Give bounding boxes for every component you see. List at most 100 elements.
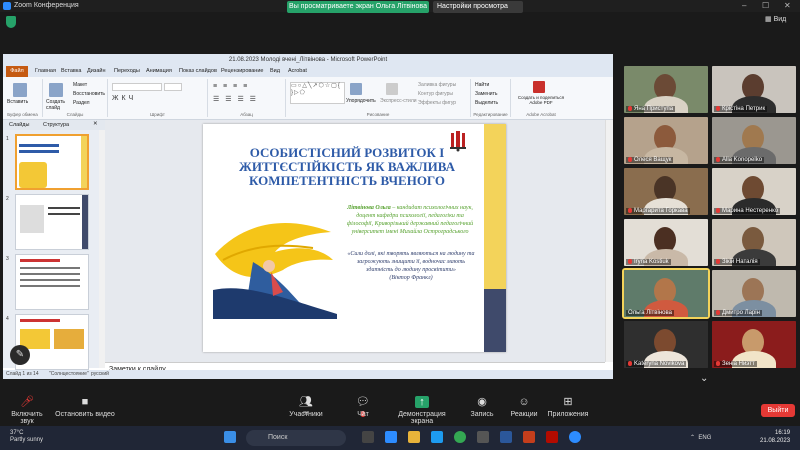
tab-review[interactable]: Рецензирование (221, 68, 263, 74)
chrome-taskbar-icon[interactable] (454, 431, 466, 443)
tab-design[interactable]: Дизайн (87, 68, 106, 74)
participant-tile[interactable]: Яна Приступа (624, 66, 708, 113)
ppt-status-bar: Слайд 1 из 14 "Солнцестояние" русский (3, 370, 613, 379)
current-slide[interactable]: ОСОБИСТІСНИЙ РОЗВИТОК І ЖИТТЄСТІЙКІСТЬ Я… (203, 124, 506, 352)
system-tray[interactable]: ⌃ ENG (690, 434, 711, 441)
new-slide-icon[interactable] (49, 83, 63, 97)
weather-widget[interactable]: 37°C Partly sunny (10, 430, 43, 444)
ribbon-group-clipboard: Вставить Буфер обмена (3, 79, 43, 117)
pdf-icon[interactable] (533, 81, 545, 93)
replace-button[interactable]: Заменить (475, 91, 497, 97)
zoom-taskbar-icon[interactable] (385, 431, 397, 443)
view-button[interactable]: ▦ Вид (765, 15, 786, 23)
muted-mic-icon (716, 360, 720, 366)
quick-styles-button[interactable]: Экспресс-стили (380, 98, 417, 104)
edge-taskbar-icon[interactable] (431, 431, 443, 443)
font-size-select[interactable] (164, 83, 182, 91)
slide-thumbnail-2[interactable] (15, 194, 89, 250)
find-button[interactable]: Найти (475, 82, 489, 88)
zoom-logo-icon (3, 2, 11, 10)
leave-meeting-button[interactable]: Выйти (761, 404, 795, 417)
reactions-button[interactable]: ☺ Реакции (508, 396, 540, 418)
participant-tile[interactable]: Маргарита Горкава (624, 168, 708, 215)
muted-mic-icon (628, 360, 632, 366)
layout-button[interactable]: Макет (73, 82, 87, 88)
paste-icon[interactable] (13, 83, 27, 97)
reactions-icon: ☺ (518, 396, 530, 408)
new-slide-button[interactable]: Создать слайд (46, 99, 70, 111)
taskbar-clock[interactable]: 16:19 21.08.2023 (760, 429, 790, 445)
slide-thumbnail-3[interactable] (15, 254, 89, 310)
annotate-pencil-icon[interactable]: ✎ (10, 345, 30, 365)
tab-slideshow[interactable]: Показ слайдов (179, 68, 217, 74)
participant-tile[interactable]: Дмитро Ларін (712, 270, 796, 317)
unmute-button[interactable]: 🎤︎ Включить звук (4, 396, 50, 425)
ppt-title-bar: 21.08.2023 Молоді вчені_Літвінова - Micr… (3, 54, 613, 66)
arrange-icon[interactable] (350, 83, 362, 95)
encryption-shield-icon[interactable] (6, 16, 16, 28)
minimize-icon[interactable]: – (742, 1, 746, 10)
quote-text: «Сили долі, які творять являються на люд… (347, 251, 475, 273)
slide-thumbnail-1[interactable] (15, 134, 89, 190)
effects-button[interactable]: Эффекты фигур (418, 100, 456, 106)
select-button[interactable]: Выделить (475, 100, 498, 106)
taskbar-search[interactable]: Поиск (246, 430, 346, 446)
tab-insert[interactable]: Вставка (61, 68, 81, 74)
participant-tile[interactable]: Марина Нестеренко (712, 168, 796, 215)
chat-button[interactable]: 💬︎2 Чат (352, 396, 374, 418)
windows-start-icon[interactable] (224, 431, 236, 443)
tab-home[interactable]: Главная (35, 68, 56, 74)
tab-slides[interactable]: Слайды (9, 122, 29, 128)
participant-tile[interactable]: Зікій Наталія (712, 219, 796, 266)
participant-tile[interactable]: Iryna Kostiuk (624, 219, 708, 266)
participant-name: Дмитро Ларін (714, 309, 762, 316)
align-buttons[interactable]: ☰ ☰ ☰ ☰ (213, 95, 258, 103)
store-taskbar-icon[interactable] (477, 431, 489, 443)
explorer-taskbar-icon[interactable] (408, 431, 420, 443)
participant-tile[interactable]: Зеніа Ниэтт (712, 321, 796, 368)
quick-styles-icon[interactable] (386, 83, 398, 95)
view-options-button[interactable]: Настройки просмотра (433, 1, 523, 13)
maximize-icon[interactable]: ☐ (762, 1, 769, 10)
tab-acrobat[interactable]: Acrobat (288, 68, 307, 74)
zoom-app-taskbar-icon[interactable] (569, 431, 581, 443)
outline-button[interactable]: Контур фигуры (418, 91, 453, 97)
participant-tile[interactable]: Олеся Ващук (624, 117, 708, 164)
section-button[interactable]: Раздел (73, 100, 90, 106)
tab-view[interactable]: Вид (270, 68, 280, 74)
participant-tile[interactable]: Крістіна Петрик (712, 66, 796, 113)
shapes-gallery[interactable]: ▭○△╲↗⬡☆▢{ }▷⬠ (290, 82, 345, 104)
quote-author: (Віктор Франкл) (389, 275, 433, 281)
tab-outline[interactable]: Структура (43, 122, 69, 128)
chat-taskbar-icon[interactable] (362, 431, 374, 443)
share-screen-button[interactable]: ↑ Демонстрация экрана (388, 396, 456, 425)
participant-tile[interactable]: Kateryna Novikova (624, 321, 708, 368)
input-language: ENG (698, 435, 712, 441)
gallery-scroll-down-icon[interactable]: ⌄ (700, 373, 708, 384)
apps-button[interactable]: ⊞ Приложения (546, 396, 590, 418)
arrange-button[interactable]: Упорядочить (346, 98, 376, 104)
font-name-select[interactable] (112, 83, 162, 91)
paste-button[interactable]: Вставить (7, 99, 28, 105)
word-taskbar-icon[interactable] (500, 431, 512, 443)
tab-animation[interactable]: Анимация (146, 68, 172, 74)
tab-transitions[interactable]: Переходы (114, 68, 140, 74)
reset-button[interactable]: Восстановить (73, 91, 105, 97)
participant-name: Маргарита Горкава (626, 207, 690, 214)
record-button[interactable]: ◉ Запись (468, 396, 496, 418)
participants-button[interactable]: 👥︎87 Участники (286, 396, 326, 418)
participant-tile[interactable]: Alla Konopelko (712, 117, 796, 164)
fill-button[interactable]: Заливка фигуры (418, 82, 456, 88)
acrobat-taskbar-icon[interactable] (546, 431, 558, 443)
paragraph-buttons[interactable]: ≡ ≡ ≡ ≡ (213, 83, 249, 90)
share-status-badge[interactable]: Вы просматриваете экран Ольга Літвінова (287, 1, 429, 13)
tab-file[interactable]: Файл (6, 66, 28, 77)
close-panel-icon[interactable]: ✕ (93, 121, 98, 127)
create-pdf-button[interactable]: Создать и поделиться Adobe PDF (513, 95, 569, 105)
powerpoint-taskbar-icon[interactable] (523, 431, 535, 443)
close-icon[interactable]: ✕ (784, 1, 791, 10)
font-format-buttons[interactable]: ЖКЧ (112, 95, 136, 102)
slide-scrollbar[interactable] (605, 120, 613, 362)
stop-video-button[interactable]: ■ Остановить видео (54, 396, 116, 418)
participant-tile-active-speaker[interactable]: Ольга Літвінова (622, 268, 710, 319)
